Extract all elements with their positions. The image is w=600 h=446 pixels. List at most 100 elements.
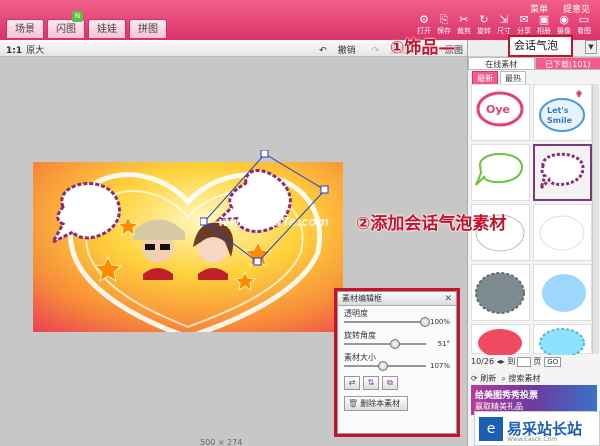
undo-label: 撤销	[337, 46, 356, 56]
slider-row: 透明度 100%	[338, 306, 456, 328]
slider-knob[interactable]	[378, 361, 388, 371]
redo-icon: ↷	[371, 46, 380, 56]
slider-value: 51°	[437, 340, 450, 348]
goto-label: 到	[507, 357, 516, 366]
crop-icon: ✂	[459, 13, 469, 26]
bubble-plain-thumb	[539, 215, 585, 251]
tab-flash-label: 闪图	[56, 24, 76, 35]
tool-label: 裁剪	[457, 27, 471, 35]
copy-icon: ⧉	[387, 378, 393, 387]
zoom-ratio: 1:1	[6, 46, 23, 56]
image-dimensions: 500 × 274	[200, 438, 243, 446]
slider-row: 素材大小 107%	[338, 350, 456, 372]
slider-value: 107%	[429, 362, 450, 370]
flip-vertical-button[interactable]: ⇅	[363, 376, 379, 390]
tab-downloaded[interactable]: 已下载(101)	[534, 57, 600, 70]
bubble-gray-thumb	[475, 272, 525, 314]
refresh-row: ⟳ 刷新 ⌕ 搜索素材	[471, 373, 540, 384]
chevron-down-icon[interactable]: ▼	[585, 40, 597, 54]
tab-scene-label: 场景	[15, 24, 35, 35]
pager: 10/26 ◂ ▸ 到 页 GO	[471, 356, 562, 367]
tab-flash[interactable]: 闪图 N	[47, 11, 85, 38]
zoom-label: 原大	[26, 46, 45, 56]
material-thumb[interactable]	[471, 324, 530, 357]
tab-collage-label: 拼图	[138, 24, 158, 35]
view-icon: ▭	[578, 13, 590, 26]
refresh-icon[interactable]: ⟳	[471, 374, 478, 383]
material-thumb[interactable]: Let's Smile	[533, 84, 592, 141]
undo-icon: ↶	[319, 46, 327, 56]
flip-horizontal-button[interactable]: ⇄	[344, 376, 360, 390]
title-bar: 菜单 提意见 场景 闪图 N 娃娃 拼图 ⚙ 打开 ⎘ 保存 ✂ 裁剪 ↻ 旋转 ⇲ 尺寸 ✉ 分享 ▣ 相…	[0, 0, 600, 44]
bubble-smile-thumb: Let'sSmile	[539, 90, 585, 132]
svg-text:Let's: Let's	[547, 106, 569, 115]
tab-doll-label: 娃娃	[97, 24, 117, 35]
selection-handles[interactable]	[200, 150, 330, 270]
tab-collage[interactable]: 拼图	[129, 19, 167, 38]
camera-icon: ◉	[559, 13, 569, 26]
material-scrollbar[interactable]	[592, 84, 599, 354]
material-thumb[interactable]	[533, 264, 592, 321]
album-icon: ▣	[538, 13, 550, 26]
site-watermark: e 易采站长站 Www.Easck.Com	[474, 411, 600, 446]
material-thumb[interactable]	[471, 264, 530, 321]
mode-tabs: 场景 闪图 N 娃娃 拼图	[6, 11, 170, 38]
slider-track[interactable]	[344, 343, 426, 345]
bubble-cyan-thumb	[539, 328, 585, 358]
slider-row: 旋转角度 51°	[338, 328, 456, 350]
svg-text:Smile: Smile	[547, 116, 573, 125]
tab-doll[interactable]: 娃娃	[88, 19, 126, 38]
material-thumb[interactable]	[533, 324, 592, 358]
tool-label: 看图	[577, 27, 591, 35]
page-input[interactable]	[517, 356, 532, 367]
bubble-blue-cloud-thumb	[542, 274, 586, 312]
slider-knob[interactable]	[420, 317, 430, 327]
tab-online-material[interactable]: 在线素材	[468, 57, 535, 70]
bubble-oye-thumb: Oye	[476, 91, 524, 127]
refresh-link[interactable]: 刷新	[480, 374, 496, 383]
site-url: Www.Easck.Com	[507, 436, 558, 443]
new-badge: N	[72, 11, 83, 22]
slider-group: 透明度 100% 旋转角度 51° 素材大小 107%	[338, 306, 456, 372]
tab-scene[interactable]: 场景	[6, 19, 44, 38]
material-edit-window: 素材编辑框 ✕ 透明度 100% 旋转角度 51° 素材大小 107% ⇄ ⇅ ⧉ 🗑 删除…	[337, 291, 457, 434]
save-icon: ⎘	[439, 13, 449, 26]
flip-horizontal-icon: ⇄	[348, 378, 356, 387]
material-panel: 在线素材 已下载(101) 最新 最热 Oye Let's Smile 10/2…	[467, 40, 600, 446]
page-indicator: 10/26	[471, 357, 495, 366]
trash-icon: 🗑	[348, 399, 359, 408]
edit-window-title[interactable]: 素材编辑框 ✕	[338, 292, 456, 306]
bubble-green-thumb	[475, 153, 524, 186]
page-unit: 页	[533, 357, 542, 366]
undo-button[interactable]: ↶ 撤销	[311, 43, 355, 56]
rotate-icon: ↻	[479, 13, 489, 26]
site-logo-icon: e	[479, 416, 503, 441]
zoom-control[interactable]: 1:1 原大	[6, 43, 44, 56]
material-thumb[interactable]	[471, 144, 530, 201]
step2-annotation: ②添加会话气泡素材	[356, 214, 507, 234]
tool-label: 旋转	[477, 27, 491, 35]
material-thumb[interactable]: Oye	[471, 84, 530, 141]
flip-vertical-icon: ⇅	[367, 378, 375, 387]
category-select[interactable]: 会话气泡	[508, 35, 573, 57]
copy-material-button[interactable]: ⧉	[382, 376, 398, 390]
material-thumb-selected[interactable]	[533, 144, 592, 201]
svg-text:Oye: Oye	[486, 103, 510, 116]
delete-label: 删除本素材	[360, 399, 401, 408]
close-icon[interactable]: ✕	[444, 292, 452, 306]
slider-track[interactable]	[344, 321, 426, 323]
gear-icon: ⚙	[419, 13, 429, 26]
search-icon: ⌕	[501, 374, 506, 383]
resize-icon: ⇲	[499, 13, 509, 26]
go-button[interactable]: GO	[544, 356, 562, 367]
slider-knob[interactable]	[390, 339, 400, 349]
find-material-link[interactable]: 搜索素材	[508, 374, 540, 383]
delete-material-button[interactable]: 🗑 删除本素材	[344, 396, 408, 411]
share-icon: ✉	[519, 13, 529, 26]
bubble-dashed-thumb	[539, 152, 585, 190]
material-tabs: 在线素材 已下载(101)	[468, 57, 600, 70]
material-thumb[interactable]	[533, 204, 592, 261]
bubble-red-thumb	[478, 329, 522, 357]
slider-value: 100%	[429, 318, 450, 326]
flip-buttons: ⇄ ⇅ ⧉	[338, 376, 456, 390]
